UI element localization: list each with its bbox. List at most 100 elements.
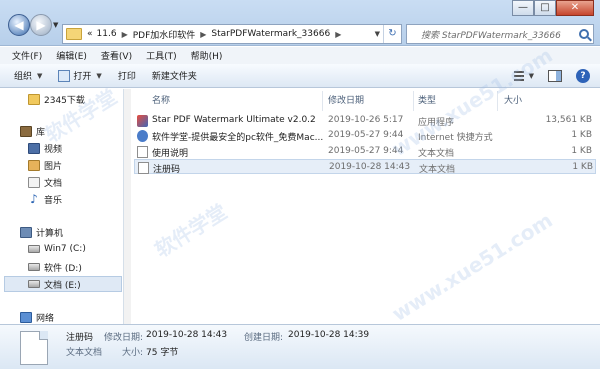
- nav-item-label: 视频: [44, 144, 63, 155]
- file-size: 1 KB: [571, 146, 592, 156]
- organize-button[interactable]: 组织 ▼: [14, 69, 42, 83]
- forward-button[interactable]: ▶: [30, 14, 52, 36]
- drive-icon: [28, 263, 40, 271]
- nav-item-drive-e[interactable]: 文档 (E:): [4, 276, 122, 292]
- refresh-icon[interactable]: ↻: [383, 25, 401, 43]
- organize-label: 组织: [14, 72, 33, 82]
- column-header-name[interactable]: 名称: [152, 93, 170, 107]
- file-date: 2019-10-28 14:43: [329, 162, 411, 172]
- detail-modified-label: 修改日期:: [104, 333, 144, 343]
- nav-item-label: 计算机: [36, 228, 64, 239]
- nav-item-libraries[interactable]: 库: [20, 123, 45, 139]
- column-divider[interactable]: [322, 91, 323, 111]
- new-folder-label: 新建文件夹: [151, 72, 197, 82]
- breadcrumb-separator-icon[interactable]: ▶: [332, 30, 344, 39]
- nav-item-drive-c[interactable]: Win7 (C:): [28, 241, 86, 257]
- file-name: 注册码: [153, 165, 181, 175]
- nav-scrollbar[interactable]: [124, 89, 131, 324]
- address-dropdown-icon[interactable]: ▼: [372, 30, 383, 38]
- music-icon: ♪: [30, 191, 38, 206]
- file-name: 使用说明: [152, 149, 189, 159]
- breadcrumb-item[interactable]: 11.6: [95, 29, 119, 39]
- file-type: 文本文档: [419, 165, 456, 175]
- folder-icon: [28, 93, 40, 105]
- chevron-down-icon: ▼: [96, 71, 102, 80]
- nav-item-documents[interactable]: 文档: [28, 174, 62, 190]
- app-icon: [137, 115, 148, 127]
- back-button[interactable]: ◀: [8, 14, 30, 36]
- text-file-icon: [20, 331, 48, 365]
- breadcrumb-separator-icon[interactable]: ▶: [119, 30, 131, 39]
- column-header-size[interactable]: 大小: [504, 93, 522, 107]
- search-placeholder: 搜索 StarPDFWatermark_33666: [421, 30, 561, 41]
- close-button[interactable]: ✕: [556, 0, 594, 16]
- computer-icon: [20, 226, 32, 238]
- nav-item-label: 文档 (E:): [44, 280, 81, 291]
- nav-item-2345-downloads[interactable]: 2345下载: [28, 91, 85, 107]
- file-date: 2019-05-27 9:44: [328, 146, 404, 156]
- breadcrumb-separator-icon[interactable]: ▶: [197, 30, 209, 39]
- file-size: 1 KB: [572, 162, 593, 172]
- nav-item-label: 软件 (D:): [44, 263, 82, 274]
- minimize-button[interactable]: —: [512, 0, 534, 16]
- details-pane: 注册码 文本文档 修改日期: 2019-10-28 14:43 创建日期: 20…: [0, 324, 600, 369]
- folder-icon: [66, 28, 82, 40]
- change-view-icon[interactable]: [513, 71, 524, 81]
- toolbar-right-group: ▼ ?: [500, 69, 590, 83]
- menu-tools[interactable]: 工具(T): [140, 49, 185, 62]
- text-file-icon: [138, 162, 149, 174]
- nav-item-label: 网络: [36, 313, 55, 324]
- column-divider[interactable]: [413, 91, 414, 111]
- menu-edit[interactable]: 编辑(E): [50, 49, 95, 62]
- help-icon[interactable]: ?: [576, 69, 590, 83]
- file-row[interactable]: Star PDF Watermark Ultimate v2.0.2 2019-…: [134, 113, 596, 128]
- file-type: Internet 快捷方式: [418, 133, 493, 143]
- internet-shortcut-icon: [137, 130, 148, 142]
- open-button[interactable]: 打开 ▼: [58, 69, 102, 82]
- file-list: 名称 修改日期 类型 大小 Star PDF Watermark Ultimat…: [132, 89, 600, 324]
- nav-item-computer[interactable]: 计算机: [20, 224, 63, 240]
- nav-item-network[interactable]: 网络: [20, 309, 54, 324]
- open-label: 打开: [73, 72, 92, 82]
- breadcrumb-item[interactable]: PDF加水印软件: [131, 28, 198, 41]
- nav-item-label: 文档: [44, 178, 63, 189]
- column-divider[interactable]: [497, 91, 498, 111]
- column-header-date[interactable]: 修改日期: [328, 93, 364, 107]
- menu-help[interactable]: 帮助(H): [185, 49, 231, 62]
- nav-item-videos[interactable]: 视频: [28, 140, 62, 156]
- nav-item-label: 图片: [44, 161, 63, 172]
- address-bar[interactable]: « 11.6 ▶ PDF加水印软件 ▶ StarPDFWatermark_336…: [62, 24, 402, 44]
- menu-view[interactable]: 查看(V): [95, 49, 140, 62]
- menu-file[interactable]: 文件(F): [6, 49, 50, 62]
- file-row[interactable]: 使用说明 2019-05-27 9:44 文本文档 1 KB: [134, 144, 596, 159]
- nav-item-label: Win7 (C:): [44, 244, 86, 254]
- column-header-type[interactable]: 类型: [418, 93, 436, 107]
- breadcrumb-overflow[interactable]: «: [85, 29, 95, 39]
- network-icon: [20, 311, 32, 323]
- chevron-down-icon[interactable]: ▼: [529, 72, 534, 80]
- file-row[interactable]: 软件学堂-提供最安全的pc软件_免费Mac... 2019-05-27 9:44…: [134, 128, 596, 143]
- drive-icon: [28, 280, 40, 288]
- drive-icon: [28, 245, 40, 253]
- detail-file-name: 注册码: [66, 333, 94, 343]
- nav-item-pictures[interactable]: 图片: [28, 157, 62, 173]
- nav-item-drive-d[interactable]: 软件 (D:): [28, 259, 82, 275]
- file-type: 应用程序: [418, 118, 455, 128]
- maximize-button[interactable]: □: [534, 0, 556, 16]
- file-size: 1 KB: [571, 130, 592, 140]
- nav-item-music[interactable]: ♪ 音乐: [28, 191, 62, 207]
- search-icon[interactable]: [579, 29, 589, 39]
- detail-modified-value: 2019-10-28 14:43: [146, 330, 228, 340]
- file-row[interactable]: 注册码 2019-10-28 14:43 文本文档 1 KB: [134, 159, 596, 175]
- window-controls: — □ ✕: [512, 0, 594, 16]
- search-input[interactable]: 搜索 StarPDFWatermark_33666: [406, 24, 594, 44]
- print-button[interactable]: 打印: [118, 69, 136, 82]
- recent-pages-dropdown[interactable]: ▼: [53, 21, 58, 29]
- command-toolbar: 组织 ▼ 打开 ▼ 打印 新建文件夹 ▼ ?: [0, 64, 600, 88]
- nav-item-label: 音乐: [44, 195, 63, 206]
- preview-pane-icon[interactable]: [548, 70, 562, 82]
- breadcrumb-item[interactable]: StarPDFWatermark_33666: [209, 29, 332, 39]
- nav-item-label: 库: [36, 127, 46, 138]
- new-folder-button[interactable]: 新建文件夹: [152, 69, 197, 82]
- document-icon: [28, 176, 40, 188]
